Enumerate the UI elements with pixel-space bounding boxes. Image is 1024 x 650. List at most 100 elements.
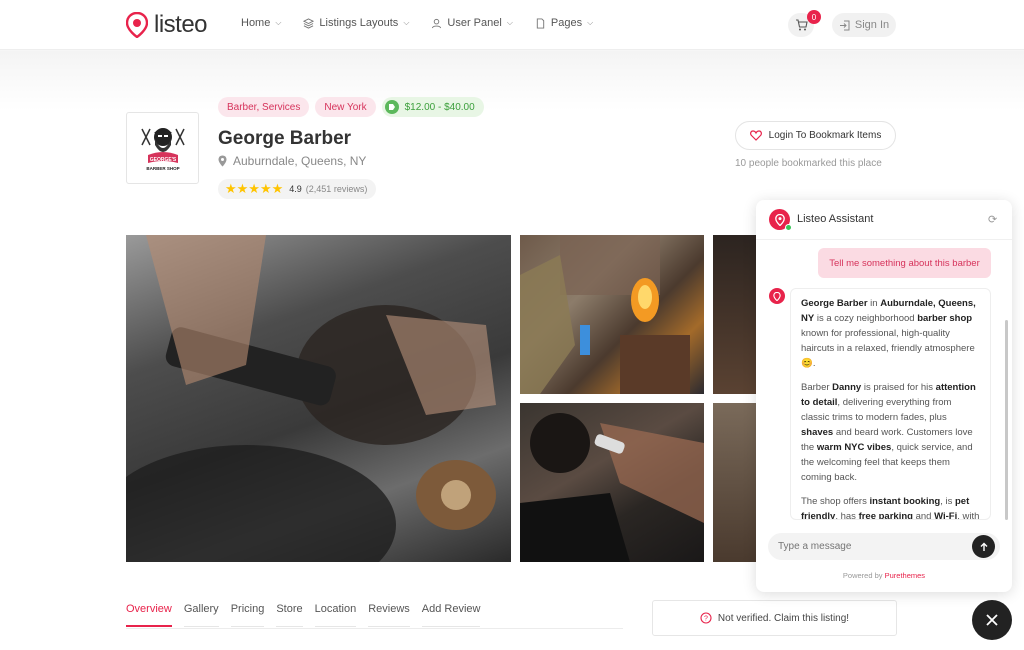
online-status-dot: [785, 224, 792, 231]
send-button[interactable]: [972, 535, 995, 558]
message-bold-text: shaves: [801, 427, 834, 438]
tab-location[interactable]: Location: [314, 603, 357, 627]
map-pin-logo-icon: [126, 12, 148, 38]
file-icon: [536, 17, 545, 29]
message-text: in: [867, 298, 881, 309]
bookmark-count-note: 10 people bookmarked this place: [735, 158, 882, 169]
site-logo[interactable]: listeo: [126, 11, 208, 39]
user-message-bubble: Tell me something about this barber: [818, 248, 991, 278]
main-nav: Home ⌵ Listings Layouts ⌵ User Panel ⌵ P…: [241, 17, 593, 29]
shopping-cart-icon: [795, 19, 808, 31]
message-text: Barber: [801, 382, 833, 393]
message-text: known for professional, high-quality hai…: [801, 328, 975, 369]
sign-in-button[interactable]: Sign In: [832, 13, 896, 37]
claim-listing-button[interactable]: ? Not verified. Claim this listing!: [652, 600, 897, 636]
sign-in-label: Sign In: [854, 19, 890, 31]
question-circle-icon: ?: [700, 612, 712, 624]
nav-listings-layouts[interactable]: Listings Layouts ⌵: [303, 17, 409, 29]
gallery-photo-4[interactable]: [520, 403, 704, 562]
review-count: (2,451 reviews): [305, 184, 368, 194]
nav-home-label: Home: [241, 17, 271, 29]
message-text: and: [912, 511, 935, 520]
claim-label: Not verified. Claim this listing!: [717, 612, 850, 624]
tab-add-review[interactable]: Add Review: [421, 603, 481, 627]
gallery-photo-2[interactable]: [520, 235, 704, 394]
close-icon: [986, 614, 998, 626]
chat-assistant-panel: Listeo Assistant ⟳ Tell me something abo…: [756, 200, 1012, 592]
chat-message-input[interactable]: [768, 533, 1000, 560]
listing-title: George Barber: [218, 128, 352, 149]
chat-header: Listeo Assistant ⟳: [756, 200, 1012, 240]
logo-text: listeo: [154, 11, 208, 38]
user-icon: [432, 18, 442, 28]
cart-count-badge: 0: [807, 10, 821, 24]
page-content-fade: [0, 51, 1024, 111]
category-tag[interactable]: Barber, Services: [218, 97, 310, 117]
assistant-message-paragraph: George Barber in Auburndale, Queens, NY …: [801, 296, 980, 371]
logo-text-line2: BARBER SHOP: [146, 166, 179, 171]
message-text: The shop offers: [801, 496, 870, 507]
message-bold-text: warm NYC vibes: [816, 442, 892, 453]
gallery-photo-main[interactable]: [126, 235, 511, 562]
assistant-title: Listeo Assistant: [797, 213, 874, 225]
barber-photo-image: [126, 235, 496, 562]
price-range-text: $12.00 - $40.00: [404, 101, 475, 113]
message-text: , with: [957, 511, 980, 520]
bookmark-button[interactable]: Login To Bookmark Items: [735, 121, 896, 150]
address-text: Auburndale, Queens, NY: [233, 154, 367, 168]
tabs-divider: [126, 628, 623, 629]
tab-overview[interactable]: Overview: [126, 603, 172, 627]
message-bold-text: instant booking: [869, 496, 941, 507]
nav-pages[interactable]: Pages ⌵: [535, 17, 593, 29]
powered-by-footer: Powered by Purethemes: [756, 571, 1012, 580]
barber-shop-logo-icon: GEORGE'S BARBER SHOP: [140, 128, 185, 171]
region-tag[interactable]: New York: [315, 97, 376, 117]
tab-reviews[interactable]: Reviews: [368, 603, 410, 627]
nav-user-panel[interactable]: User Panel ⌵: [431, 17, 513, 29]
nav-home[interactable]: Home ⌵: [241, 17, 281, 29]
map-pin-icon: [774, 213, 785, 226]
message-bold-text: barber shop: [917, 313, 973, 324]
price-range-tag: $12.00 - $40.00: [381, 97, 484, 117]
bookmark-label: Login To Bookmark Items: [768, 130, 882, 141]
message-bold-text: free parking: [858, 511, 913, 520]
listing-tabs: Overview Gallery Pricing Store Location …: [126, 603, 481, 627]
message-text: , has: [835, 511, 859, 520]
message-bold-text: Danny: [832, 382, 862, 393]
assistant-message-bubble: George Barber in Auburndale, Queens, NY …: [790, 288, 991, 520]
tab-pricing[interactable]: Pricing: [230, 603, 265, 627]
nav-pages-label: Pages: [550, 17, 583, 29]
map-marker-icon: [218, 155, 227, 167]
site-header: listeo Home ⌵ Listings Layouts ⌵ User Pa…: [0, 0, 1024, 50]
message-bold-text: Wi-Fi: [934, 511, 958, 520]
powered-by-text: Powered by: [842, 571, 883, 580]
chevron-down-icon: ⌵: [403, 18, 410, 27]
powered-by-brand[interactable]: Purethemes: [885, 571, 925, 580]
map-pin-icon: [773, 291, 781, 301]
refresh-icon[interactable]: ⟳: [988, 213, 997, 226]
chevron-down-icon: ⌵: [506, 18, 513, 27]
tab-gallery[interactable]: Gallery: [183, 603, 219, 627]
chat-scrollbar[interactable]: [1005, 320, 1008, 520]
star-rating-icon: ★★★★★: [225, 181, 284, 196]
price-tag-icon: [384, 100, 399, 114]
tab-store[interactable]: Store: [276, 603, 303, 627]
logo-text-line1: GEORGE'S: [149, 157, 176, 163]
message-text: is praised for his: [861, 382, 936, 393]
assistant-message-paragraph: Barber Danny is praised for his attentio…: [801, 380, 980, 485]
listing-address[interactable]: Auburndale, Queens, NY: [218, 154, 366, 168]
heart-icon: [749, 130, 762, 141]
arrow-up-icon: [980, 542, 987, 551]
bot-avatar: [769, 288, 785, 304]
listing-logo: GEORGE'S BARBER SHOP: [126, 112, 199, 184]
close-chat-button[interactable]: [972, 600, 1012, 640]
sign-in-icon: [839, 20, 850, 30]
message-bold-text: George Barber: [801, 298, 868, 309]
nav-listings-label: Listings Layouts: [319, 17, 399, 29]
svg-text:?: ?: [704, 616, 708, 623]
assistant-message-paragraph: The shop offers instant booking, is pet …: [801, 494, 980, 520]
nav-user-panel-label: User Panel: [447, 17, 502, 29]
rating-badge[interactable]: ★★★★★ 4.9 (2,451 reviews): [218, 179, 377, 199]
barber-photo-image: [520, 413, 704, 562]
message-text: is a cozy neighborhood: [814, 313, 918, 324]
